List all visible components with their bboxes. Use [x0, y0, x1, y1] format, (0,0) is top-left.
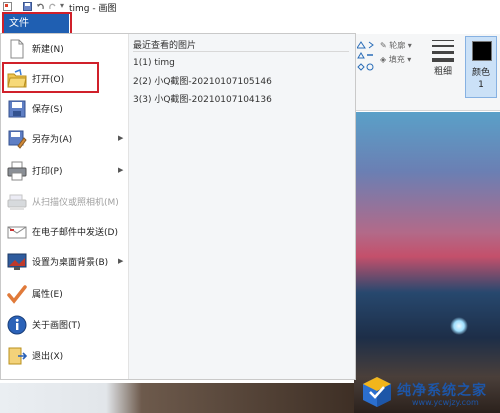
open-item-highlight: [2, 62, 99, 93]
line-width-icon: [432, 40, 454, 66]
canvas-image-bottom[interactable]: [0, 383, 354, 413]
outline-dropdown[interactable]: ✎ 轮廓 ▾: [380, 40, 412, 51]
fill-label: 填充: [388, 55, 405, 64]
checkmark-icon: [7, 285, 27, 304]
menu-label-desktop-bg: 设置为桌面背景(B): [32, 258, 109, 268]
recent-divider: [133, 51, 349, 52]
undo-icon[interactable]: [36, 2, 45, 11]
paint-app-icon: [3, 2, 12, 11]
menu-item-save[interactable]: 保存(S): [1, 94, 128, 124]
printer-icon: [7, 161, 27, 181]
watermark-url: www.ycwjzy.com: [412, 398, 479, 407]
menu-label-save-as: 另存为(A): [32, 135, 73, 145]
file-menu-commands: 新建(N) 打开(O) 保存(S) 另存为(A) ▶ 打印(P) ▶ 从扫描仪或…: [1, 34, 129, 379]
recent-item[interactable]: 3(3) 小Q截图-20210107104136: [133, 92, 272, 105]
title-bar: ▾ timg - 画图: [0, 0, 500, 14]
menu-item-scanner: 从扫描仪或照相机(M): [1, 187, 128, 217]
menu-item-properties[interactable]: 属性(E): [1, 279, 128, 309]
menu-label-print: 打印(P): [32, 167, 63, 177]
recent-pictures-panel: 最近查看的图片 1(1) timg 2(2) 小Q截图-202101071051…: [129, 34, 355, 379]
size-label: 粗细: [434, 67, 453, 77]
menu-label-exit: 退出(X): [32, 352, 64, 362]
submenu-arrow-icon: ▶: [118, 134, 124, 142]
outline-label: 轮廓: [389, 41, 406, 50]
submenu-arrow-icon: ▶: [118, 166, 124, 174]
canvas-image[interactable]: [354, 112, 500, 413]
exit-icon: [8, 347, 27, 365]
new-document-icon: [10, 39, 24, 59]
shapes-gallery-icon[interactable]: [357, 40, 375, 80]
menu-item-exit[interactable]: 退出(X): [1, 341, 128, 371]
customize-qat-icon[interactable]: ▾: [60, 1, 64, 10]
recent-item[interactable]: 2(2) 小Q截图-20210107105146: [133, 74, 272, 87]
save-quick-icon[interactable]: [23, 2, 32, 11]
watermark-logo: [363, 377, 391, 407]
ribbon: ✎ 轮廓 ▾ ◈ 填充 ▾ 粗细 颜色1: [354, 34, 500, 111]
redo-icon[interactable]: [48, 2, 57, 11]
menu-item-save-as[interactable]: 另存为(A) ▶: [1, 124, 128, 154]
window-title: timg - 画图: [69, 4, 117, 14]
menu-label-properties: 属性(E): [32, 290, 63, 300]
scanner-icon: [7, 194, 27, 210]
menu-label-scanner: 从扫描仪或照相机(M): [32, 198, 119, 208]
file-menu: 新建(N) 打开(O) 保存(S) 另存为(A) ▶ 打印(P) ▶ 从扫描仪或…: [0, 33, 356, 380]
save-icon: [8, 100, 26, 118]
fill-dropdown[interactable]: ◈ 填充 ▾: [380, 54, 411, 65]
submenu-arrow-icon: ▶: [118, 257, 124, 265]
menu-label-email: 在电子邮件中发送(D): [32, 228, 118, 238]
menu-item-email[interactable]: 在电子邮件中发送(D): [1, 217, 128, 247]
menu-label-new: 新建(N): [32, 45, 64, 55]
recent-item[interactable]: 1(1) timg: [133, 58, 175, 68]
fill-icon: ◈: [380, 55, 387, 64]
menu-label-about: 关于画图(T): [32, 321, 81, 331]
menu-item-new[interactable]: 新建(N): [1, 34, 128, 64]
menu-item-print[interactable]: 打印(P) ▶: [1, 156, 128, 186]
ferris-wheel-light: [450, 317, 468, 335]
menu-item-desktop-bg[interactable]: 设置为桌面背景(B) ▶: [1, 247, 128, 277]
email-icon: [7, 226, 27, 239]
outline-icon: ✎: [380, 41, 387, 50]
menu-label-save: 保存(S): [32, 105, 63, 115]
recent-pictures-title: 最近查看的图片: [133, 41, 197, 51]
color1-button[interactable]: 颜色1: [465, 36, 497, 98]
desktop-background-icon: [7, 253, 27, 270]
size-button[interactable]: 粗细: [430, 38, 456, 98]
menu-item-about[interactable]: 关于画图(T): [1, 310, 128, 340]
save-as-icon: [8, 130, 27, 149]
color1-swatch: [472, 41, 492, 61]
color1-label: 颜色1: [471, 68, 490, 90]
watermark-title: 纯净系统之家: [397, 383, 487, 399]
info-icon: [7, 315, 27, 335]
